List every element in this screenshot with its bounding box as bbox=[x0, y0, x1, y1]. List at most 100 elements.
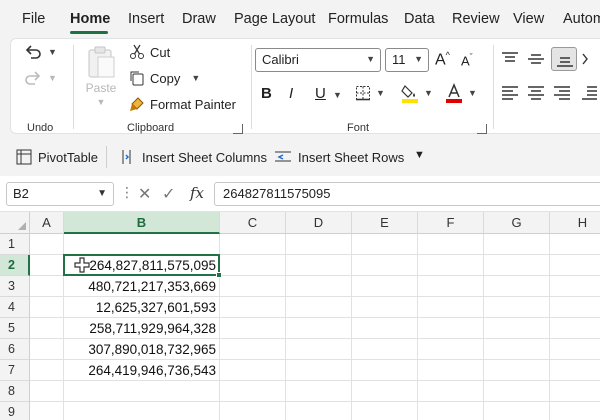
wrap-text-icon[interactable] bbox=[581, 51, 597, 67]
column-header-d[interactable]: D bbox=[286, 212, 352, 234]
italic-button[interactable]: I bbox=[289, 85, 293, 102]
copy-label: Copy bbox=[150, 70, 181, 86]
redo-button[interactable]: ▼ bbox=[23, 69, 57, 87]
gridline bbox=[483, 234, 484, 420]
formula-value: 264827811575095 bbox=[223, 186, 331, 201]
chevron-down-icon[interactable]: ▼ bbox=[333, 90, 342, 100]
column-header-h[interactable]: H bbox=[550, 212, 600, 234]
font-size-value: 11 bbox=[392, 52, 406, 67]
align-middle-icon[interactable] bbox=[527, 51, 545, 67]
border-grid-icon bbox=[356, 86, 370, 101]
insert-sheet-columns-label: Insert Sheet Columns bbox=[142, 149, 268, 165]
row-header-2[interactable]: 2 bbox=[0, 255, 30, 276]
paintbrush-icon bbox=[130, 97, 144, 111]
tab-home[interactable]: Home bbox=[70, 11, 110, 27]
gridline bbox=[30, 401, 600, 402]
tab-review[interactable]: Review bbox=[452, 11, 500, 27]
more-options-icon[interactable]: ⋮ bbox=[120, 184, 134, 201]
increase-font-size-button[interactable]: A^ bbox=[435, 50, 450, 69]
underline-button[interactable]: U bbox=[315, 85, 326, 102]
font-dialog-launcher[interactable] bbox=[477, 124, 487, 134]
confirm-icon[interactable]: ✓ bbox=[162, 184, 175, 204]
cell-b4[interactable]: 12,625,327,601,593 bbox=[64, 297, 220, 318]
align-center-icon[interactable] bbox=[527, 85, 545, 101]
group-divider bbox=[73, 45, 74, 129]
cut-button[interactable]: Cut bbox=[129, 44, 170, 60]
cancel-icon[interactable]: ✕ bbox=[138, 184, 151, 204]
formula-input[interactable]: 264827811575095 bbox=[214, 182, 600, 206]
chevron-down-icon: ▼ bbox=[48, 73, 57, 83]
column-header-b[interactable]: B bbox=[64, 212, 220, 234]
cell-b3[interactable]: 480,721,217,353,669 bbox=[64, 276, 220, 297]
font-color-button[interactable]: ▼ bbox=[445, 83, 477, 103]
tab-view[interactable]: View bbox=[513, 11, 544, 27]
group-divider bbox=[493, 45, 494, 129]
tab-automate[interactable]: Autom bbox=[563, 11, 600, 27]
copy-button[interactable]: Copy ▼ bbox=[129, 70, 200, 86]
chevron-down-icon: ▼ bbox=[191, 73, 201, 83]
chevron-down-icon: ▼ bbox=[414, 149, 425, 161]
tab-data[interactable]: Data bbox=[404, 11, 435, 27]
row-header-3[interactable]: 3 bbox=[0, 276, 30, 297]
align-top-icon[interactable] bbox=[501, 51, 519, 67]
undo-button[interactable]: ▼ bbox=[23, 43, 57, 61]
align-left-icon[interactable] bbox=[501, 85, 519, 101]
indent-icon[interactable] bbox=[581, 85, 597, 101]
fill-handle[interactable] bbox=[216, 272, 222, 278]
fill-color-button[interactable]: ▼ bbox=[401, 83, 433, 103]
insert-function-button[interactable]: fx bbox=[190, 184, 204, 202]
clipboard-group-label: Clipboard bbox=[127, 122, 175, 134]
pivot-table-icon bbox=[16, 149, 32, 165]
align-right-icon[interactable] bbox=[553, 85, 571, 101]
paste-button[interactable]: Paste ▼ bbox=[81, 45, 121, 107]
cell-b7[interactable]: 264,419,946,736,543 bbox=[64, 360, 220, 381]
tab-draw[interactable]: Draw bbox=[182, 11, 216, 27]
column-header-c[interactable]: C bbox=[220, 212, 286, 234]
select-all-button[interactable] bbox=[0, 212, 30, 234]
chevron-down-icon: ▼ bbox=[96, 97, 106, 107]
font-color-icon bbox=[446, 83, 462, 103]
row-header-8[interactable]: 8 bbox=[0, 381, 30, 402]
customize-toolbar-button[interactable]: ▼ bbox=[414, 149, 425, 161]
bold-button[interactable]: B bbox=[261, 85, 272, 102]
tab-formulas[interactable]: Formulas bbox=[328, 11, 388, 27]
row-header-5[interactable]: 5 bbox=[0, 318, 30, 339]
insert-sheet-rows-button[interactable]: Insert Sheet Rows bbox=[274, 149, 404, 165]
row-header-1[interactable]: 1 bbox=[0, 234, 30, 255]
chevron-down-icon: ▼ bbox=[366, 54, 375, 64]
insert-sheet-columns-button[interactable]: Insert Sheet Columns bbox=[120, 149, 267, 165]
row-header-4[interactable]: 4 bbox=[0, 297, 30, 318]
chevron-down-icon: ▼ bbox=[414, 54, 423, 64]
cell-b6[interactable]: 307,890,018,732,965 bbox=[64, 339, 220, 360]
row-header-9[interactable]: 9 bbox=[0, 402, 30, 420]
column-header-g[interactable]: G bbox=[484, 212, 550, 234]
cut-label: Cut bbox=[150, 44, 171, 60]
gridline bbox=[417, 234, 418, 420]
gridline bbox=[351, 234, 352, 420]
scissors-icon bbox=[130, 44, 144, 59]
undo-group-label: Undo bbox=[27, 122, 54, 134]
format-painter-button[interactable]: Format Painter bbox=[129, 96, 236, 112]
borders-button[interactable]: ▼ bbox=[355, 85, 385, 101]
column-header-e[interactable]: E bbox=[352, 212, 418, 234]
select-all-triangle-icon bbox=[18, 222, 26, 230]
tab-file[interactable]: File bbox=[22, 11, 45, 27]
row-header-7[interactable]: 7 bbox=[0, 360, 30, 381]
undo-icon bbox=[25, 45, 41, 59]
align-bottom-button[interactable] bbox=[551, 47, 577, 71]
column-header-f[interactable]: F bbox=[418, 212, 484, 234]
clipboard-dialog-launcher[interactable] bbox=[233, 124, 243, 134]
row-header-6[interactable]: 6 bbox=[0, 339, 30, 360]
decrease-font-size-button[interactable]: Aˇ bbox=[461, 52, 473, 68]
name-box[interactable]: B2 ▼ bbox=[6, 182, 114, 206]
font-size-select[interactable]: 11 ▼ bbox=[385, 48, 429, 72]
pivot-table-button[interactable]: PivotTable bbox=[16, 149, 98, 165]
cell-select-cursor-icon bbox=[74, 257, 90, 273]
cell-b5[interactable]: 258,711,929,964,328 bbox=[64, 318, 220, 339]
column-header-a[interactable]: A bbox=[30, 212, 64, 234]
tab-insert[interactable]: Insert bbox=[128, 11, 164, 27]
worksheet-grid: A B C D E F G H 1 2 3 4 5 6 7 8 9 264,82… bbox=[0, 212, 600, 420]
format-painter-label: Format Painter bbox=[150, 96, 236, 112]
font-name-select[interactable]: Calibri ▼ bbox=[255, 48, 381, 72]
tab-page-layout[interactable]: Page Layout bbox=[234, 11, 315, 27]
